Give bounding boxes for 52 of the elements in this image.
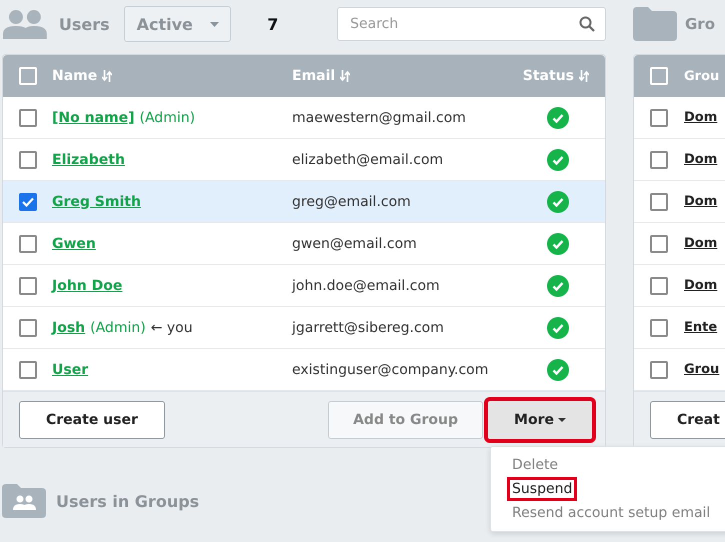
select-all-checkbox[interactable] (18, 67, 36, 85)
group-name-link[interactable]: Dom (684, 194, 718, 209)
row-checkbox[interactable] (18, 150, 36, 168)
email-cell-text: jgarrett@sibereg.com (292, 320, 445, 336)
group-name-link[interactable]: Dom (684, 152, 718, 167)
row-checkbox[interactable] (18, 360, 36, 378)
search-field[interactable]: Search (337, 7, 606, 41)
sort-icon[interactable] (340, 70, 350, 82)
email-cell-text: existinguser@company.com (292, 362, 490, 378)
folder-icon (633, 7, 677, 41)
group-name-link[interactable]: Dom (684, 236, 718, 251)
email-cell-text: maewestern@gmail.com (292, 110, 467, 126)
caret-icon (210, 22, 220, 26)
email-cell-text: john.doe@email.com (292, 278, 441, 294)
email-cell-text: greg@email.com (292, 194, 412, 210)
group-name-link[interactable]: Dom (684, 110, 718, 125)
row-checkbox[interactable] (18, 318, 36, 336)
user-count: 7 (267, 14, 280, 34)
caret-icon (558, 418, 566, 422)
row-checkbox[interactable] (18, 234, 36, 252)
row-checkbox[interactable] (18, 192, 36, 210)
table-row[interactable]: Greg Smith greg@email.com (3, 181, 605, 223)
folder-users-icon (2, 484, 46, 518)
sort-icon[interactable] (102, 70, 112, 82)
section-title: Users in Groups (56, 492, 200, 510)
group-name-link[interactable]: Dom (684, 278, 718, 293)
role-label: (Admin) (90, 320, 146, 336)
row-checkbox[interactable] (650, 234, 668, 252)
select-all-checkbox[interactable] (650, 67, 668, 85)
check-icon (22, 196, 34, 206)
role-label: (Admin) (140, 110, 196, 126)
email-cell-text: elizabeth@email.com (292, 152, 444, 168)
group-name-link[interactable]: Grou (684, 362, 720, 377)
create-group-button[interactable]: Creat (650, 400, 725, 438)
email-cell-text: gwen@email.com (292, 236, 418, 252)
create-user-button[interactable]: Create user (19, 400, 165, 438)
panel-title: Users (58, 14, 110, 34)
search-icon (579, 16, 596, 32)
sort-icon[interactable] (579, 70, 589, 82)
menu-item[interactable]: Suspend (507, 476, 578, 500)
panel-title: Gro (685, 15, 716, 33)
row-checkbox[interactable] (18, 108, 36, 126)
row-checkbox[interactable] (18, 276, 36, 294)
row-checkbox[interactable] (650, 318, 668, 336)
users-icon (3, 9, 47, 39)
current-user-note: ← you (150, 320, 193, 336)
row-checkbox[interactable] (650, 192, 668, 210)
group-name-link[interactable]: Ente (684, 320, 718, 335)
row-checkbox[interactable] (650, 108, 668, 126)
row-checkbox[interactable] (650, 360, 668, 378)
row-checkbox[interactable] (650, 150, 668, 168)
row-checkbox[interactable] (650, 276, 668, 294)
